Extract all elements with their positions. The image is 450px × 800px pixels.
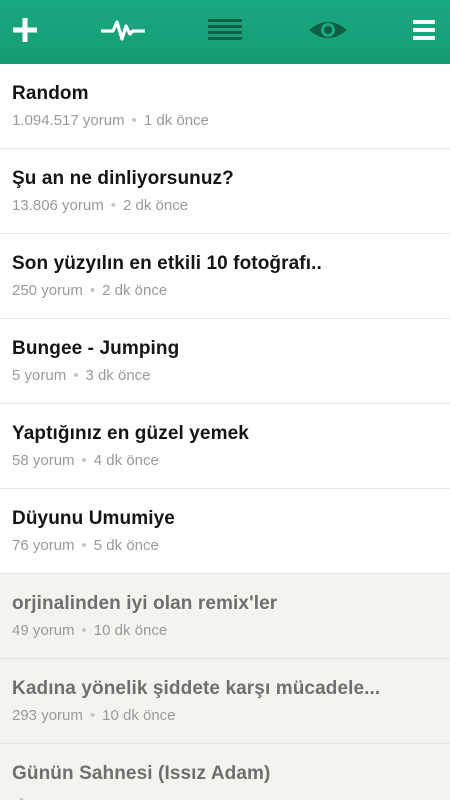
- comment-count: 76 yorum: [12, 537, 75, 554]
- comment-count: 250 yorum: [12, 282, 83, 299]
- topic-title: orjinalinden iyi olan remix'ler: [12, 593, 278, 614]
- topic-title: Random: [12, 83, 89, 104]
- topic-list: Random 1.094.517 yorum • 1 dk önce Şu an n…: [0, 64, 450, 800]
- topic-row[interactable]: Günün Sahnesi (Issız Adam) •: [0, 744, 450, 800]
- topic-title: Son yüzyılın en etkili 10 fotoğrafı..: [12, 253, 322, 274]
- new-topic-button[interactable]: [10, 0, 40, 64]
- time-ago: 10 dk önce: [102, 707, 176, 724]
- time-ago: 4 dk önce: [93, 452, 159, 469]
- separator-dot: •: [89, 282, 96, 299]
- topic-row[interactable]: Düyunu Umumiye 76 yorum • 5 dk önce: [0, 489, 450, 574]
- topic-title: Şu an ne dinliyorsunuz?: [12, 168, 234, 189]
- activity-button[interactable]: [99, 0, 146, 64]
- topic-title: Düyunu Umumiye: [12, 508, 175, 529]
- comment-count: 1.094.517 yorum: [12, 112, 125, 129]
- topic-meta: 76 yorum • 5 dk önce: [12, 537, 438, 555]
- comment-count: 5 yorum: [12, 367, 67, 384]
- topic-row[interactable]: Şu an ne dinliyorsunuz? 13.806 yorum • 2 d…: [0, 149, 450, 234]
- separator-dot: •: [110, 197, 116, 214]
- time-ago: 10 dk önce: [93, 622, 168, 639]
- topic-row[interactable]: Kadına yönelik şiddete karşı mücadele...…: [0, 659, 450, 744]
- separator-dot: •: [81, 537, 87, 554]
- watch-button[interactable]: [305, 0, 351, 64]
- separator-dot: •: [81, 452, 87, 469]
- menu-icon: [412, 18, 436, 47]
- topic-row[interactable]: Random 1.094.517 yorum • 1 dk önce: [0, 64, 450, 149]
- list-icon: [207, 17, 243, 48]
- topic-row[interactable]: orjinalinden iyi olan remix'ler 49 yorum…: [0, 574, 450, 659]
- plus-icon: [12, 17, 38, 48]
- topic-meta: 250 yorum • 2 dk önce: [12, 282, 438, 300]
- separator-dot: •: [19, 792, 24, 800]
- eye-icon: [307, 17, 349, 48]
- topic-meta: 293 yorum • 10 dk önce: [12, 707, 438, 725]
- comment-count: 13.806 yorum: [12, 197, 104, 214]
- topic-meta: 13.806 yorum • 2 dk önce: [12, 197, 438, 215]
- comment-count: 58 yorum: [12, 452, 75, 469]
- pulse-icon: [99, 17, 146, 48]
- separator-dot: •: [89, 707, 96, 724]
- topic-title: Günün Sahnesi (Issız Adam): [12, 763, 271, 784]
- time-ago: 5 dk önce: [93, 537, 159, 554]
- time-ago: 3 dk önce: [85, 367, 151, 384]
- topic-title: Kadına yönelik şiddete karşı mücadele...: [12, 678, 381, 699]
- topic-row[interactable]: Son yüzyılın en etkili 10 fotoğrafı.. 25…: [0, 234, 450, 319]
- comment-count: 293 yorum: [12, 707, 83, 724]
- topic-meta: 49 yorum • 10 dk önce: [12, 622, 438, 640]
- topic-row[interactable]: Bungee - Jumping 5 yorum • 3 dk önce: [0, 319, 450, 404]
- time-ago: 2 dk önce: [123, 197, 189, 214]
- separator-dot: •: [73, 367, 79, 384]
- topic-meta: •: [12, 792, 438, 800]
- menu-button[interactable]: [410, 0, 438, 64]
- time-ago: 2 dk önce: [102, 282, 168, 299]
- topic-title: Yaptığınız en güzel yemek: [12, 423, 249, 444]
- topic-title: Bungee - Jumping: [12, 338, 180, 359]
- separator-dot: •: [81, 622, 87, 639]
- topic-meta: 5 yorum • 3 dk önce: [12, 367, 438, 385]
- separator-dot: •: [131, 112, 137, 129]
- top-toolbar: [0, 0, 450, 64]
- topic-meta: 58 yorum • 4 dk önce: [12, 452, 438, 470]
- comment-count: 49 yorum: [12, 622, 75, 639]
- time-ago: 1 dk önce: [143, 112, 209, 129]
- topics-list-button[interactable]: [205, 0, 245, 64]
- topic-meta: 1.094.517 yorum • 1 dk önce: [12, 112, 438, 130]
- topic-row[interactable]: Yaptığınız en güzel yemek 58 yorum • 4 dk …: [0, 404, 450, 489]
